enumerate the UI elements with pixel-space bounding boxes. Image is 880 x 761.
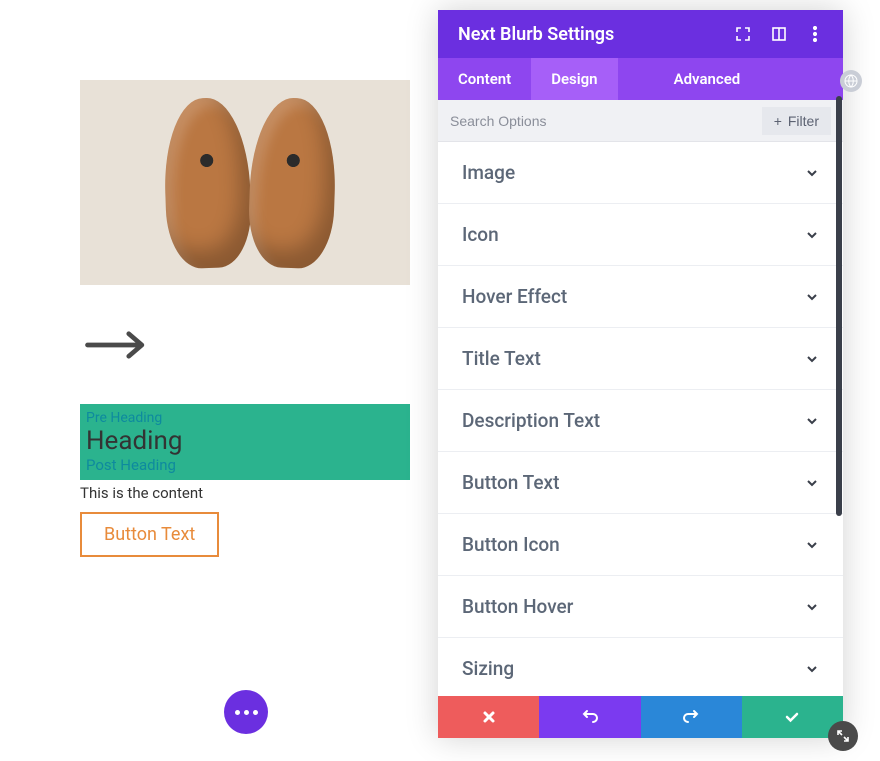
tab-label: Advanced [674,70,741,88]
section-label: Icon [462,223,499,246]
chevron-down-icon [805,662,819,676]
undo-button[interactable] [539,696,640,738]
section-label: Hover Effect [462,285,567,308]
panel-title: Next Blurb Settings [458,24,614,45]
panel-footer [438,696,843,738]
tab-design[interactable]: Design [531,58,617,100]
section-label: Title Text [462,347,541,370]
section-image[interactable]: Image [438,142,843,204]
pre-heading: Pre Heading [86,410,404,426]
panel-tabs: Content Design Advanced [438,58,843,100]
preview-button[interactable]: Button Text [80,512,219,557]
chevron-down-icon [805,166,819,180]
expand-icon[interactable] [828,721,858,751]
check-icon [784,709,800,725]
chevron-down-icon [805,600,819,614]
shoe-image-left [162,97,253,270]
chevron-down-icon [805,228,819,242]
section-label: Description Text [462,409,600,432]
section-button-text[interactable]: Button Text [438,452,843,514]
tab-content[interactable]: Content [438,58,531,100]
fullscreen-icon[interactable] [735,26,751,42]
section-hover-effect[interactable]: Hover Effect [438,266,843,328]
settings-panel: Next Blurb Settings Content Design Advan… [438,10,843,738]
fab-more-button[interactable] [224,690,268,734]
shoe-image-right [247,97,338,270]
section-button-hover[interactable]: Button Hover [438,576,843,638]
sections-list[interactable]: Image Icon Hover Effect Title Text Descr… [438,142,843,696]
more-icon[interactable] [807,26,823,42]
chevron-down-icon [805,476,819,490]
content-text: This is the content [80,484,410,502]
section-sizing[interactable]: Sizing [438,638,843,696]
header-actions [735,26,823,42]
section-label: Button Hover [462,595,573,618]
plus-icon: + [774,113,782,129]
chevron-down-icon [805,538,819,552]
dot-icon [244,710,249,715]
dot-icon [235,710,240,715]
cancel-button[interactable] [438,696,539,738]
scrollbar[interactable] [836,96,842,516]
main-heading: Heading [86,426,404,456]
columns-icon[interactable] [771,26,787,42]
chevron-down-icon [805,352,819,366]
section-description-text[interactable]: Description Text [438,390,843,452]
module-preview: Pre Heading Heading Post Heading This is… [80,80,410,557]
undo-icon [581,708,599,726]
filter-label: Filter [788,113,819,129]
section-label: Button Text [462,471,559,494]
search-row: + Filter [438,100,843,142]
filter-button[interactable]: + Filter [762,107,831,135]
preview-button-label: Button Text [104,524,195,545]
globe-icon[interactable] [840,70,862,92]
tab-advanced[interactable]: Advanced [654,58,761,100]
section-button-icon[interactable]: Button Icon [438,514,843,576]
chevron-down-icon [805,290,819,304]
panel-header: Next Blurb Settings [438,10,843,58]
close-icon [482,710,496,724]
tab-label: Content [458,70,511,88]
redo-button[interactable] [641,696,742,738]
section-label: Button Icon [462,533,560,556]
dot-icon [253,710,258,715]
redo-icon [682,708,700,726]
tab-label: Design [551,70,597,88]
section-label: Image [462,161,515,184]
section-icon[interactable]: Icon [438,204,843,266]
search-input[interactable] [450,113,762,129]
arrow-icon [80,325,410,369]
preview-image [80,80,410,285]
heading-block: Pre Heading Heading Post Heading [80,404,410,480]
section-label: Sizing [462,657,514,680]
post-heading: Post Heading [86,456,404,474]
section-title-text[interactable]: Title Text [438,328,843,390]
chevron-down-icon [805,414,819,428]
